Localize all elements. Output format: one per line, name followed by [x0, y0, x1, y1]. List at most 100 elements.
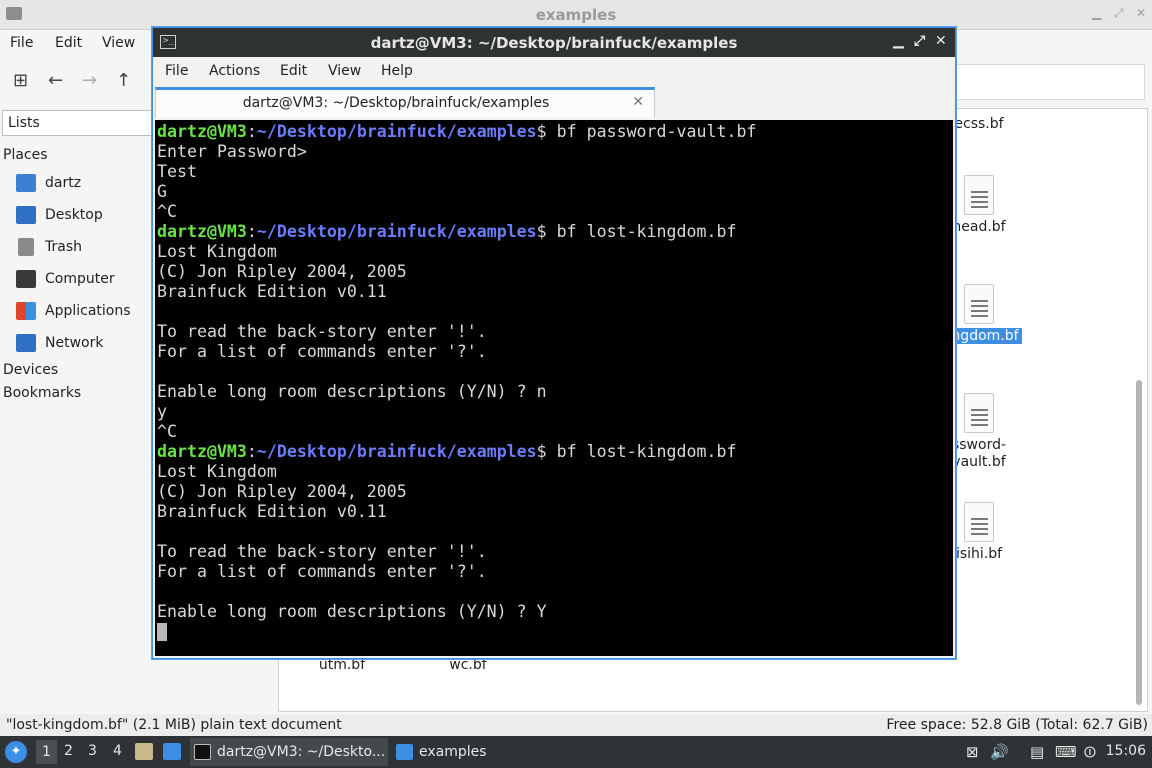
new-tab-icon[interactable]: ⊞ [13, 70, 28, 91]
sidebar-item-label: dartz [45, 175, 82, 191]
terminal-output-line: ^C [157, 202, 177, 221]
menu-actions[interactable]: Actions [209, 63, 260, 79]
location-bar[interactable] [955, 64, 1145, 100]
terminal-output-line: To read the back-story enter '!'. [157, 542, 487, 561]
workspace-1[interactable]: 1 [36, 740, 57, 764]
places-header: Places [3, 147, 48, 163]
menu-view[interactable]: View [102, 35, 135, 51]
clipboard-icon[interactable]: ▤ [1030, 743, 1044, 761]
file-name: utm.bf [318, 657, 366, 673]
sidebar-item-label: Trash [45, 239, 82, 255]
terminal-icon [194, 744, 211, 760]
menu-file[interactable]: File [10, 35, 33, 51]
task-examples[interactable]: examples [392, 738, 502, 766]
terminal-prompt-line: dartz@VM3:~/Desktop/brainfuck/examples$ … [157, 222, 737, 241]
minimize-icon[interactable]: ▁ [893, 33, 904, 49]
terminal-output-line: Brainfuck Edition v0.11 [157, 502, 387, 521]
text-file-icon [964, 284, 994, 324]
workspace-2[interactable]: 2 [64, 743, 73, 759]
sidebar-item-applications[interactable]: Applications [16, 300, 156, 324]
maximize-icon[interactable]: ⤢ [914, 33, 925, 49]
notifications-icon[interactable]: ⊠ [966, 743, 979, 761]
taskbar: ✦ 1 2 3 4 dartz@VM3: ~/Deskto... example… [0, 736, 1152, 768]
prompt-user: dartz@VM3 [157, 122, 247, 141]
prompt-user: dartz@VM3 [157, 442, 247, 461]
menu-edit[interactable]: Edit [280, 63, 307, 79]
menu-help[interactable]: Help [381, 63, 413, 79]
terminal-tab[interactable]: dartz@VM3: ~/Desktop/brainfuck/examples … [155, 87, 655, 118]
applications-icon [16, 302, 36, 320]
prompt-command: $ bf password-vault.bf [536, 122, 757, 141]
terminal-output-line: G [157, 182, 167, 201]
forward-arrow-icon[interactable]: → [82, 70, 97, 91]
file-name: wc.bf [449, 657, 487, 673]
text-file-icon [964, 393, 994, 433]
terminal-title: dartz@VM3: ~/Desktop/brainfuck/examples [370, 34, 738, 52]
network-tray-icon[interactable]: ⌨ [1055, 743, 1077, 761]
close-icon[interactable]: ✕ [935, 33, 947, 49]
terminal-output-line: Lost Kingdom [157, 242, 277, 261]
bookmarks-header[interactable]: Bookmarks [3, 385, 81, 401]
menu-file[interactable]: File [165, 63, 188, 79]
status-file-info: "lost-kingdom.bf" (2.1 MiB) plain text d… [6, 717, 342, 733]
sidebar-item-desktop[interactable]: Desktop [16, 204, 156, 228]
text-file-icon [964, 175, 994, 215]
file-manager-title: examples [535, 6, 617, 24]
minimize-icon[interactable]: ▁ [1092, 6, 1101, 20]
sidebar-item-label: Computer [45, 271, 115, 287]
task-label: examples [419, 744, 487, 760]
folder-icon [396, 744, 413, 760]
file-manager-launcher-icon[interactable] [163, 743, 181, 760]
tab-close-icon[interactable]: ✕ [632, 94, 644, 110]
terminal-output-line: (C) Jon Ripley 2004, 2005 [157, 262, 407, 281]
terminal-output-line: Enable long room descriptions (Y/N) ? n [157, 382, 547, 401]
menu-edit[interactable]: Edit [55, 35, 82, 51]
file-manager-titlebar: examples ▁ ⤢ ✕ [0, 0, 1152, 30]
show-desktop-icon[interactable] [135, 743, 153, 760]
volume-icon[interactable]: 🔊 [990, 743, 1009, 761]
scrollbar-thumb[interactable] [1136, 380, 1142, 705]
home-folder-icon [16, 174, 36, 192]
prompt-user: dartz@VM3 [157, 222, 247, 241]
sidebar-item-computer[interactable]: Computer [16, 268, 156, 292]
sidebar-mode-select[interactable]: Lists [2, 110, 162, 136]
trash-icon [18, 238, 34, 256]
terminal-tab-label: dartz@VM3: ~/Desktop/brainfuck/examples [242, 95, 550, 111]
prompt-command: $ bf lost-kingdom.bf [536, 222, 737, 241]
menu-view[interactable]: View [328, 63, 361, 79]
clock: 15:06 [1105, 743, 1146, 759]
terminal-window[interactable]: >_ dartz@VM3: ~/Desktop/brainfuck/exampl… [152, 27, 956, 659]
sidebar-mode-label: Lists [8, 115, 40, 131]
terminal-titlebar[interactable]: >_ dartz@VM3: ~/Desktop/brainfuck/exampl… [153, 28, 955, 57]
sidebar-item-network[interactable]: Network [16, 332, 156, 356]
file-manager-toolbar: ⊞ ← → ↑ [0, 62, 160, 102]
sidebar-item-label: Applications [45, 303, 131, 319]
maximize-icon[interactable]: ⤢ [1114, 6, 1124, 21]
back-arrow-icon[interactable]: ← [48, 70, 63, 91]
terminal-output-line: Brainfuck Edition v0.11 [157, 282, 387, 301]
terminal-output-line: For a list of commands enter '?'. [157, 562, 487, 581]
terminal-cursor [157, 623, 167, 641]
up-arrow-icon[interactable]: ↑ [116, 70, 131, 91]
power-icon[interactable]: ⏼ [1084, 743, 1096, 761]
status-bar: "lost-kingdom.bf" (2.1 MiB) plain text d… [0, 714, 1152, 736]
terminal-output-line: For a list of commands enter '?'. [157, 342, 487, 361]
desktop-icon [16, 206, 36, 224]
task-terminal[interactable]: dartz@VM3: ~/Deskto... [190, 738, 388, 766]
sidebar-item-dartz[interactable]: dartz [16, 172, 156, 196]
workspace-4[interactable]: 4 [113, 743, 122, 759]
close-icon[interactable]: ✕ [1136, 6, 1146, 20]
terminal-output[interactable]: dartz@VM3:~/Desktop/brainfuck/examples$ … [155, 120, 953, 656]
devices-header[interactable]: Devices [3, 362, 58, 378]
terminal-output-line: (C) Jon Ripley 2004, 2005 [157, 482, 407, 501]
sidebar-item-label: Network [45, 335, 104, 351]
terminal-output-line: y [157, 402, 167, 421]
sidebar-item-trash[interactable]: Trash [16, 236, 156, 260]
terminal-menubar: File Actions Edit View Help [153, 57, 955, 87]
workspace-3[interactable]: 3 [88, 743, 97, 759]
terminal-output-line: ^C [157, 422, 177, 441]
start-menu-icon[interactable]: ✦ [5, 741, 27, 763]
file-view-scrollbar[interactable] [1130, 110, 1146, 710]
